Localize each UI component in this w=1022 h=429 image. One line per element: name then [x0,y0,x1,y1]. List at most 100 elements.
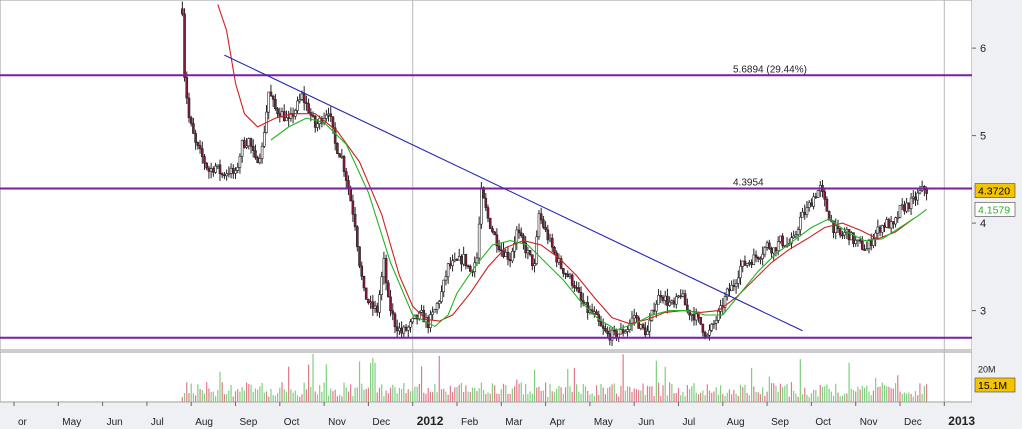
candle-body [245,145,248,148]
candle-body [220,173,224,176]
candle-body [854,239,858,244]
candle-body [535,236,539,264]
candle-body [907,202,911,209]
candle-body [903,204,906,212]
candle-body [203,156,206,164]
candle-body [577,287,581,293]
price-tick-label: 4 [980,218,986,230]
candle-body [776,241,780,252]
candle-body [238,156,242,168]
horizontal-level-label: 4.3954 [733,178,764,189]
candle-body [601,325,605,329]
candle [488,217,492,230]
candle-body [316,123,319,128]
candle-body [803,211,807,215]
candle-body [429,314,432,328]
candle-body [626,329,629,332]
candle-body [342,156,346,172]
candle-body [451,260,454,267]
candle-body [714,320,718,324]
time-tick-label: or [18,417,28,428]
candle-body [756,256,760,260]
candle-body [863,249,866,251]
candle-body [637,317,640,329]
candle-body [491,228,494,233]
candle-body [360,265,364,277]
time-tick-label: Oct [815,417,831,428]
candle-body [327,113,330,116]
time-tick-label: 2012 [417,414,444,428]
candle-body [553,246,556,254]
candle-body [196,142,200,146]
candle [387,280,390,298]
candle-body [391,310,395,315]
candle-body [666,295,669,306]
price-panel [0,0,973,351]
candle-body [225,173,228,177]
candle-body [661,296,665,301]
candle-body [325,114,328,119]
candle-body [462,253,465,265]
time-tick-label: Jul [151,417,164,428]
candle-body [683,293,687,306]
candle-body [344,171,348,181]
candle-body [269,91,273,97]
candle-body [883,225,886,228]
candle-body [570,274,574,286]
candle-body [531,254,534,266]
candle-body [847,229,851,241]
candle-body [431,311,434,315]
candle-body [371,301,375,309]
candle-body [336,143,339,154]
candle [336,142,339,155]
candle-body [243,140,246,148]
candle-body [761,253,764,259]
candle-body [364,287,368,300]
candle-body [349,188,352,202]
candle-body [898,204,902,218]
candle-body [497,245,501,251]
candle-body [639,324,643,329]
candle [338,152,341,158]
candle-body [227,173,231,175]
candle-body [584,302,587,305]
candle-body [449,263,452,267]
time-tick-label: Sep [240,417,258,428]
candle-body [925,189,928,194]
candle-body [810,202,813,207]
candle-body [402,326,406,334]
candle-body [517,229,521,234]
candle-body [914,196,917,201]
candle-body [440,291,443,302]
candle-body [734,283,738,287]
candle-body [400,327,403,334]
volume-tick-label: 20M [978,365,996,375]
candle-body [200,148,204,157]
candle-body [287,117,290,119]
candle-body [433,309,437,313]
candle-body [236,167,240,171]
candle-body [564,273,567,275]
candle-body [260,145,264,159]
candle-body [739,266,742,279]
time-tick-label: Aug [727,417,745,428]
candle-body [240,140,244,157]
candle-body [876,226,880,234]
candle-body [475,257,479,264]
candle-body [690,313,694,316]
candle-body [249,138,253,147]
time-tick-label: Feb [461,417,479,428]
candle-body [218,164,222,175]
candle-body [504,251,508,257]
candle-body [382,258,386,278]
candle-body [745,263,749,266]
candle [816,189,820,198]
candle-body [367,299,370,304]
candle-body [373,305,377,309]
candle-body [205,162,209,169]
candle-body [384,258,388,284]
candle-body [185,77,189,99]
candle-body [911,196,915,199]
candle-body [768,242,771,249]
candle-body [792,235,795,238]
